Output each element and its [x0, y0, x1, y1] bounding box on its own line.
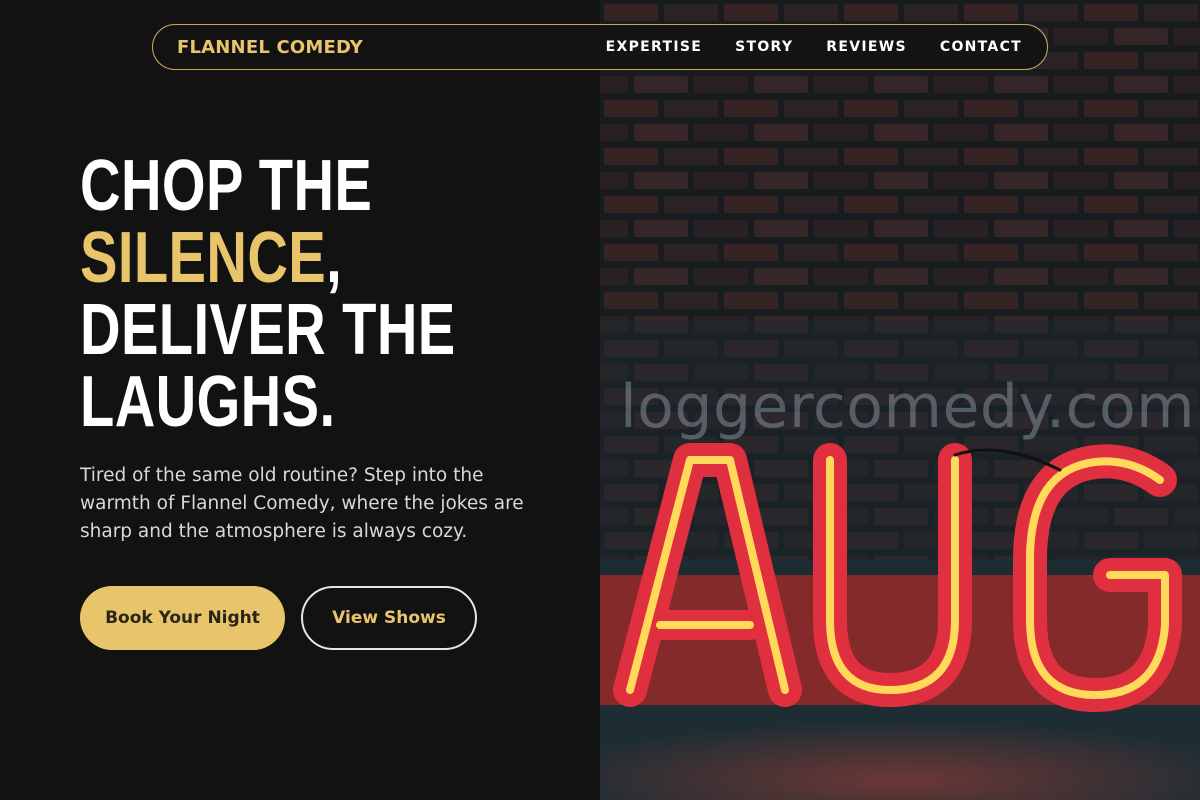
brand-logo[interactable]: FLANNEL COMEDY [177, 37, 363, 58]
headline-line-4: LAUGHS. [80, 362, 336, 442]
headline-line-3: DELIVER THE [80, 290, 456, 370]
view-shows-button[interactable]: View Shows [301, 586, 477, 650]
nav-link-contact[interactable]: CONTACT [940, 39, 1022, 55]
headline-accent: SILENCE [80, 218, 327, 298]
hero-subtext: Tired of the same old routine? Step into… [80, 465, 524, 542]
headline-line-2: SILENCE, [80, 222, 470, 294]
watermark-text: loggercomedy.com [620, 372, 1196, 442]
headline-line-1: CHOP THE [80, 146, 373, 226]
nav-links: EXPERTISE STORY REVIEWS CONTACT [606, 39, 1022, 55]
nav-link-reviews[interactable]: REVIEWS [826, 39, 907, 55]
hero-headline: CHOP THE SILENCE, DELIVER THE LAUGHS. [80, 150, 470, 438]
nav-link-story[interactable]: STORY [735, 39, 793, 55]
navbar: FLANNEL COMEDY EXPERTISE STORY REVIEWS C… [152, 24, 1048, 70]
nav-link-expertise[interactable]: EXPERTISE [606, 39, 702, 55]
headline-comma: , [326, 218, 343, 298]
book-your-night-button[interactable]: Book Your Night [80, 586, 285, 650]
